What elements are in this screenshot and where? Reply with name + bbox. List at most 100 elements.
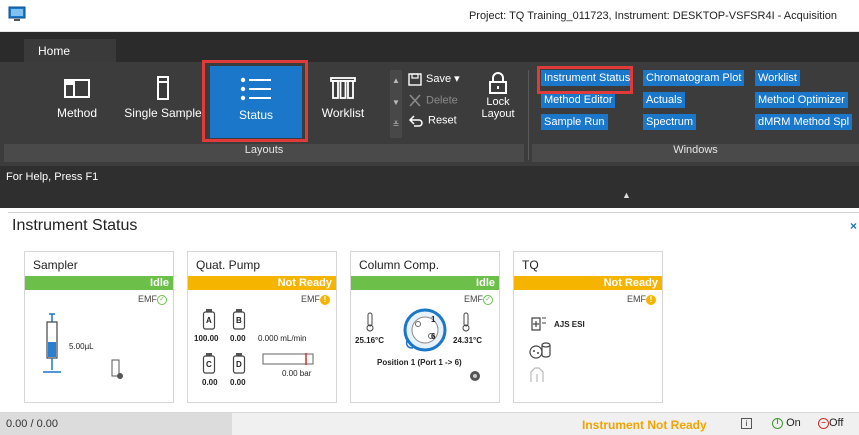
gas-supply-icon [530,367,544,382]
emf-label: EMF [464,294,483,304]
emf-label: EMF [301,294,320,304]
syringe-icon [43,313,61,373]
thermometer-right-icon [462,312,470,332]
power-off-button[interactable]: − Off [818,417,843,429]
status-badge: Idle [351,276,499,290]
lock-icon [489,72,507,94]
chevron-up-icon[interactable]: ▲ [390,70,402,92]
run-progress: 0.00 / 0.00 [0,413,232,435]
status-bar: 0.00 / 0.00 Instrument Not Ready i I On … [0,412,859,435]
emf-indicator: EMF! [627,294,656,305]
valve-port-6: 6 [431,332,436,341]
worklist-button-label: Worklist [321,106,365,120]
window-link-dmrm-method-split[interactable]: dMRM Method Spl [755,114,853,130]
delete-layout-button[interactable]: Delete [408,94,458,107]
reset-label: Reset [428,114,457,127]
tab-home[interactable]: Home [24,39,116,63]
worklist-icon [330,77,356,99]
close-icon[interactable]: × [850,219,857,233]
pressure-value: 0.00 bar [282,369,312,378]
injection-volume: 5.00µL [69,342,94,351]
window-link-spectrum[interactable]: Spectrum [643,114,697,130]
window-link-method-optimizer[interactable]: Method Optimizer [755,92,848,108]
layouts-group-label: Layouts [4,144,524,162]
status-badge: Not Ready [514,276,662,290]
ion-source-name: AJS ESI [554,320,585,329]
window-link-method-editor[interactable]: Method Editor [541,92,616,108]
reset-layout-button[interactable]: Reset [408,114,457,127]
emf-ok-icon: ✓ [157,294,167,305]
instrument-warning: Instrument Not Ready [582,418,707,432]
bottle-d-label: D [236,360,242,369]
single-sample-button[interactable]: Single Sample [122,66,204,136]
tq-card[interactable]: TQ Not Ready EMF! AJS ESI [513,251,663,403]
layout-gallery-scroller[interactable]: ▲ ▼ ≚ [390,70,402,138]
info-icon[interactable]: i [741,418,752,429]
flow-rate: 0.000 mL/min [258,334,307,343]
title-bar: Project: TQ Training_011723, Instrument:… [0,0,859,32]
column-comp-card[interactable]: Column Comp. Idle EMF ✓ 25.16°C 1 6 24.31… [350,251,500,403]
status-badge: Idle [25,276,173,290]
instrument-status-highlight [537,66,633,94]
bottle-c-label: C [206,360,212,369]
emf-warning-icon: ! [320,294,330,305]
power-on-label: On [786,417,801,429]
status-badge: Not Ready [188,276,336,290]
emf-label: EMF [138,294,157,304]
windows-group-label: Windows [532,144,859,162]
instrument-status-panel: Instrument Status × Sampler Idle EMF ✓ 5.… [8,212,859,408]
vacuum-icon [529,342,551,359]
ribbon-tabs: Home [0,32,859,63]
ion-source-icon [531,317,546,331]
lock-label-line2: Layout [481,108,515,120]
emf-indicator: EMF ✓ [464,294,493,305]
bottle-a-value: 100.00 [194,334,219,343]
valve-icon [403,308,447,352]
power-off-icon: − [818,417,829,429]
collapse-ribbon-icon[interactable]: ▲ [622,190,631,200]
help-text: For Help, Press F1 [6,171,99,183]
power-off-label: Off [829,417,844,429]
save-layout-button[interactable]: Save ▾ [408,72,460,86]
panel-title: Instrument Status [12,217,138,234]
lock-layout-button[interactable]: Lock Layout [476,72,520,120]
expand-gallery-icon[interactable]: ≚ [390,114,402,136]
single-sample-icon [157,76,169,100]
delete-icon [409,94,421,107]
power-on-button[interactable]: I On [772,417,801,429]
group-separator [528,70,529,160]
bottle-c-value: 0.00 [202,378,218,387]
window-link-chromatogram-plot[interactable]: Chromatogram Plot [643,70,745,86]
bottle-b-value: 0.00 [230,334,246,343]
method-button-label: Method [56,106,98,120]
emf-label: EMF [627,294,646,304]
valve-port-1: 1 [431,315,436,324]
valve-position: Position 1 (Port 1 -> 6) [377,358,462,367]
pressure-gauge-icon [262,353,314,365]
sampler-card[interactable]: Sampler Idle EMF ✓ 5.00µL [24,251,174,403]
ribbon-body: Method Single Sample Status Worklist ▲ ▼… [0,62,859,166]
save-icon [408,72,422,86]
window-link-sample-run[interactable]: Sample Run [541,114,608,130]
emf-warning-icon: ! [646,294,656,305]
bottle-b-label: B [236,316,242,325]
bottle-a-label: A [206,316,212,325]
app-icon [8,6,26,21]
lock-label-line1: Lock [486,96,510,108]
save-label: Save [426,73,452,85]
bottle-d-value: 0.00 [230,378,246,387]
chevron-down-icon[interactable]: ▼ [390,92,402,114]
help-bar: For Help, Press F1 ▲ [0,166,859,208]
worklist-button[interactable]: Worklist [318,66,368,136]
emf-indicator: EMF ✓ [138,294,167,305]
window-link-actuals[interactable]: Actuals [643,92,686,108]
module-name: Quat. Pump [196,258,261,272]
status-button-highlight [202,60,308,142]
temperature-left: 25.16°C [355,336,384,345]
ribbon: Home Method Single Sample Status Worklis… [0,32,859,166]
module-name: TQ [522,258,539,272]
window-link-worklist[interactable]: Worklist [755,70,800,86]
quat-pump-card[interactable]: Quat. Pump Not Ready EMF! A B 100.00 0.0… [187,251,337,403]
method-icon [64,79,90,98]
method-button[interactable]: Method [48,66,106,136]
